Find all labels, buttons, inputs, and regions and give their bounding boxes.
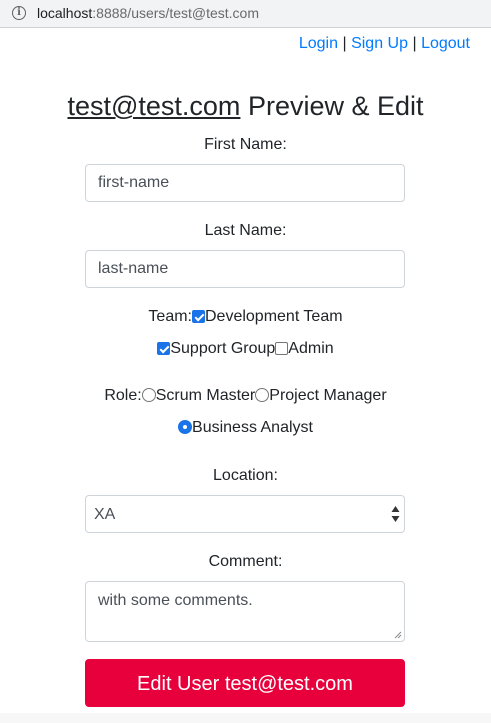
title-suffix: Preview & Edit bbox=[240, 91, 424, 121]
page-bottom-edge bbox=[0, 713, 491, 723]
role-row-1: Role: Scrum Master Project Manager bbox=[0, 387, 491, 405]
last-name-input[interactable] bbox=[85, 250, 405, 288]
first-name-label: First Name: bbox=[204, 136, 287, 153]
support-group-checkbox[interactable] bbox=[157, 342, 171, 355]
support-group-label[interactable]: Support Group bbox=[170, 340, 275, 357]
select-arrows-icon bbox=[391, 506, 400, 522]
team-row-2: Support Group Admin bbox=[0, 340, 491, 358]
scrum-master-label[interactable]: Scrum Master bbox=[156, 387, 256, 404]
resize-grip-icon[interactable] bbox=[394, 631, 402, 639]
role-label: Role: bbox=[104, 387, 142, 404]
team-label: Team: bbox=[148, 308, 192, 325]
edit-user-button[interactable]: Edit User test@test.com bbox=[85, 659, 405, 707]
browser-address-bar[interactable]: i localhost:8888/users/test@test.com bbox=[0, 0, 491, 28]
nav-separator: | bbox=[342, 35, 347, 52]
development-team-label[interactable]: Development Team bbox=[205, 308, 343, 325]
title-email: test@test.com bbox=[67, 91, 241, 121]
top-nav: Login | Sign Up | Logout bbox=[299, 35, 470, 53]
business-analyst-radio[interactable] bbox=[178, 420, 193, 434]
location-value: XA bbox=[94, 506, 116, 523]
scrum-master-radio[interactable] bbox=[141, 388, 156, 402]
team-row-1: Team: Development Team bbox=[0, 308, 491, 326]
url-text[interactable]: localhost:8888/users/test@test.com bbox=[37, 5, 259, 21]
nav-separator: | bbox=[412, 35, 417, 52]
login-link[interactable]: Login bbox=[299, 35, 338, 52]
signup-link[interactable]: Sign Up bbox=[351, 35, 408, 52]
admin-label[interactable]: Admin bbox=[288, 340, 333, 357]
comment-label: Comment: bbox=[208, 553, 283, 570]
development-team-checkbox[interactable] bbox=[192, 310, 205, 323]
page-title: test@test.com Preview & Edit bbox=[0, 91, 491, 122]
project-manager-label[interactable]: Project Manager bbox=[269, 387, 386, 404]
info-icon[interactable]: i bbox=[12, 6, 26, 20]
url-host: localhost bbox=[37, 5, 93, 21]
first-name-input[interactable] bbox=[85, 164, 405, 202]
role-row-2: Business Analyst bbox=[0, 419, 491, 437]
location-label: Location: bbox=[213, 467, 278, 484]
location-select[interactable]: XA bbox=[85, 495, 405, 533]
admin-checkbox[interactable] bbox=[275, 342, 289, 355]
last-name-label: Last Name: bbox=[204, 222, 287, 239]
logout-link[interactable]: Logout bbox=[421, 35, 470, 52]
comment-value: with some comments. bbox=[98, 592, 253, 609]
url-path: :8888/users/test@test.com bbox=[92, 5, 259, 21]
business-analyst-label[interactable]: Business Analyst bbox=[192, 419, 313, 436]
project-manager-radio[interactable] bbox=[255, 388, 270, 402]
comment-textarea[interactable]: with some comments. bbox=[85, 581, 405, 642]
